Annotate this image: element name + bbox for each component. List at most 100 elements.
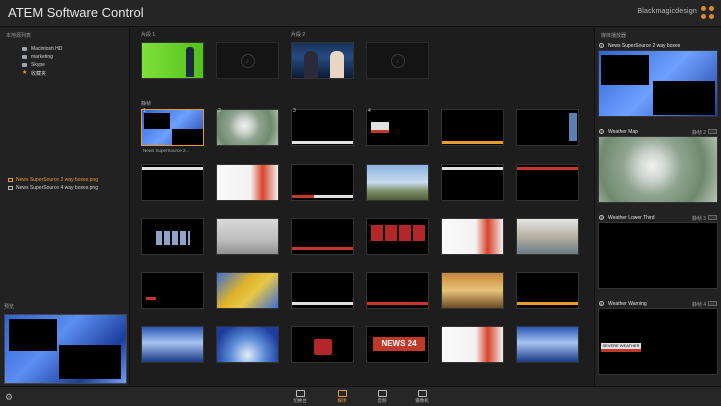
still-thumbnail[interactable] <box>441 109 504 146</box>
media-player-preview[interactable]: SEVERE WEATHER <box>598 308 718 375</box>
media-player-preview[interactable] <box>598 136 718 203</box>
tree-item-skype[interactable]: Skype <box>22 61 62 69</box>
folder-tree: Macintosh HD marketing Skype ★ 收藏夹 <box>22 45 62 77</box>
audio-icon <box>377 390 387 397</box>
still-thumbnail[interactable] <box>291 218 354 255</box>
still-thumbnail[interactable] <box>141 164 204 201</box>
file-list: News SuperSource 2 way boxes.png News Su… <box>8 176 98 192</box>
media-player-panel: 媒体播放器 1 News SuperSource 2 way boxes 2 W… <box>594 28 721 386</box>
media-player-2[interactable]: 2 Weather Map 静帧 2 <box>598 128 718 203</box>
tree-item-label: Macintosh HD <box>31 46 63 52</box>
still-thumbnail[interactable] <box>516 326 579 363</box>
app-title: ATEM Software Control <box>8 5 144 20</box>
still-thumbnail[interactable] <box>366 272 429 309</box>
media-player-header: 媒体播放器 <box>601 33 627 39</box>
clip-thumbnail-empty[interactable]: ♪ <box>216 42 279 79</box>
nav-switcher[interactable]: 切换台 <box>286 390 314 404</box>
media-player-4[interactable]: 4 Weather Warning 静帧 4 SEVERE WEATHER <box>598 300 718 375</box>
source-dropdown-button[interactable] <box>708 129 717 134</box>
gear-icon[interactable]: ⚙ <box>5 392 13 403</box>
still-thumbnail[interactable] <box>441 326 504 363</box>
nav-media[interactable]: 媒体 <box>328 390 356 404</box>
brand-name: Blackmagicdesign <box>637 8 697 15</box>
still-thumbnail[interactable] <box>291 109 354 146</box>
source-dropdown-button[interactable] <box>708 215 717 220</box>
tree-item-favorites[interactable]: ★ 收藏夹 <box>22 69 62 77</box>
title-bar: ATEM Software Control Blackmagicdesign <box>0 0 721 27</box>
still-thumbnail[interactable]: NEWS 24 <box>366 326 429 363</box>
tree-item-macintosh-hd[interactable]: Macintosh HD <box>22 45 62 53</box>
still-thumbnail[interactable] <box>216 164 279 201</box>
index-badge: 2 <box>599 129 604 134</box>
stills-header: 静帧 <box>141 101 152 107</box>
nav-label: 摄像机 <box>415 398 429 403</box>
still-thumbnail[interactable] <box>291 326 354 363</box>
media-player-1[interactable]: 1 News SuperSource 2 way boxes <box>598 42 718 117</box>
file-item-label: News SuperSource 4 way boxes.png <box>16 185 98 191</box>
atem-window: ATEM Software Control Blackmagicdesign 本… <box>0 0 721 406</box>
media-player-3[interactable]: 3 Weather Lower Third 静帧 3 <box>598 214 718 289</box>
clip-thumbnail[interactable] <box>141 42 204 79</box>
index-badge: 3 <box>599 215 604 220</box>
still-thumbnail[interactable] <box>141 326 204 363</box>
still-thumbnail[interactable] <box>141 218 204 255</box>
nav-label: 切换台 <box>293 398 307 403</box>
music-note-icon: ♪ <box>240 53 255 68</box>
image-file-icon <box>8 178 13 182</box>
clip-1-header: 片段 1 <box>141 32 156 38</box>
disk-icon <box>22 47 27 51</box>
clip-thumbnail-empty[interactable]: ♪ <box>366 42 429 79</box>
nav-label: 媒体 <box>337 398 347 403</box>
bottom-navigation: ⚙ 切换台 媒体 音频 摄像机 <box>0 386 721 406</box>
still-thumbnail[interactable] <box>441 164 504 201</box>
camera-icon <box>417 390 427 397</box>
still-thumbnail[interactable] <box>441 218 504 255</box>
preview-image <box>4 314 127 384</box>
media-player-name: News SuperSource 2 way boxes <box>608 43 681 49</box>
still-thumbnail[interactable] <box>291 272 354 309</box>
still-thumbnail[interactable] <box>216 326 279 363</box>
still-thumbnail[interactable] <box>441 272 504 309</box>
still-thumbnail[interactable] <box>516 218 579 255</box>
slot-number: 1 <box>143 108 146 114</box>
folder-icon <box>22 55 27 59</box>
still-thumbnail[interactable] <box>366 109 429 146</box>
brand-logo-icon <box>701 6 715 20</box>
nav-camera[interactable]: 摄像机 <box>408 390 436 404</box>
media-icon <box>337 390 347 397</box>
nav-label: 音频 <box>377 398 387 403</box>
nav-audio[interactable]: 音频 <box>368 390 396 404</box>
tree-item-marketing[interactable]: marketing <box>22 53 62 61</box>
image-file-icon <box>8 186 13 190</box>
preview-header: 预览 <box>4 304 15 310</box>
source-dropdown-button[interactable] <box>708 301 717 306</box>
still-thumbnail[interactable] <box>366 164 429 201</box>
file-item[interactable]: News SuperSource 4 way boxes.png <box>8 184 98 192</box>
still-thumbnail[interactable] <box>516 109 579 146</box>
news24-logo: NEWS 24 <box>373 337 425 351</box>
tree-item-label: marketing <box>31 54 53 60</box>
media-player-source: 静帧 2 <box>691 130 706 136</box>
index-badge: 4 <box>599 301 604 306</box>
still-thumbnail[interactable] <box>516 272 579 309</box>
still-thumbnail[interactable] <box>216 272 279 309</box>
media-player-name: Weather Lower Third <box>608 215 655 221</box>
clip-thumbnail[interactable] <box>291 42 354 79</box>
local-source-panel: 本地源列表 Macintosh HD marketing Skype ★ 收藏夹 <box>0 28 130 386</box>
still-thumbnail[interactable] <box>366 218 429 255</box>
media-player-name: Weather Map <box>608 129 638 135</box>
still-thumbnail[interactable] <box>216 109 279 146</box>
folder-icon <box>22 63 27 67</box>
media-player-preview[interactable] <box>598 222 718 289</box>
switcher-icon <box>295 390 305 397</box>
still-thumbnail[interactable] <box>516 164 579 201</box>
media-player-preview[interactable] <box>598 50 718 117</box>
still-thumbnail[interactable] <box>291 164 354 201</box>
slot-caption: News SuperSource 2... <box>143 148 190 153</box>
still-thumbnail[interactable] <box>216 218 279 255</box>
still-thumbnail[interactable] <box>141 272 204 309</box>
file-item[interactable]: News SuperSource 2 way boxes.png <box>8 176 98 184</box>
still-thumbnail-selected[interactable] <box>141 109 204 146</box>
media-player-source: 静帧 4 <box>691 302 706 308</box>
slot-number: 4 <box>368 108 371 114</box>
